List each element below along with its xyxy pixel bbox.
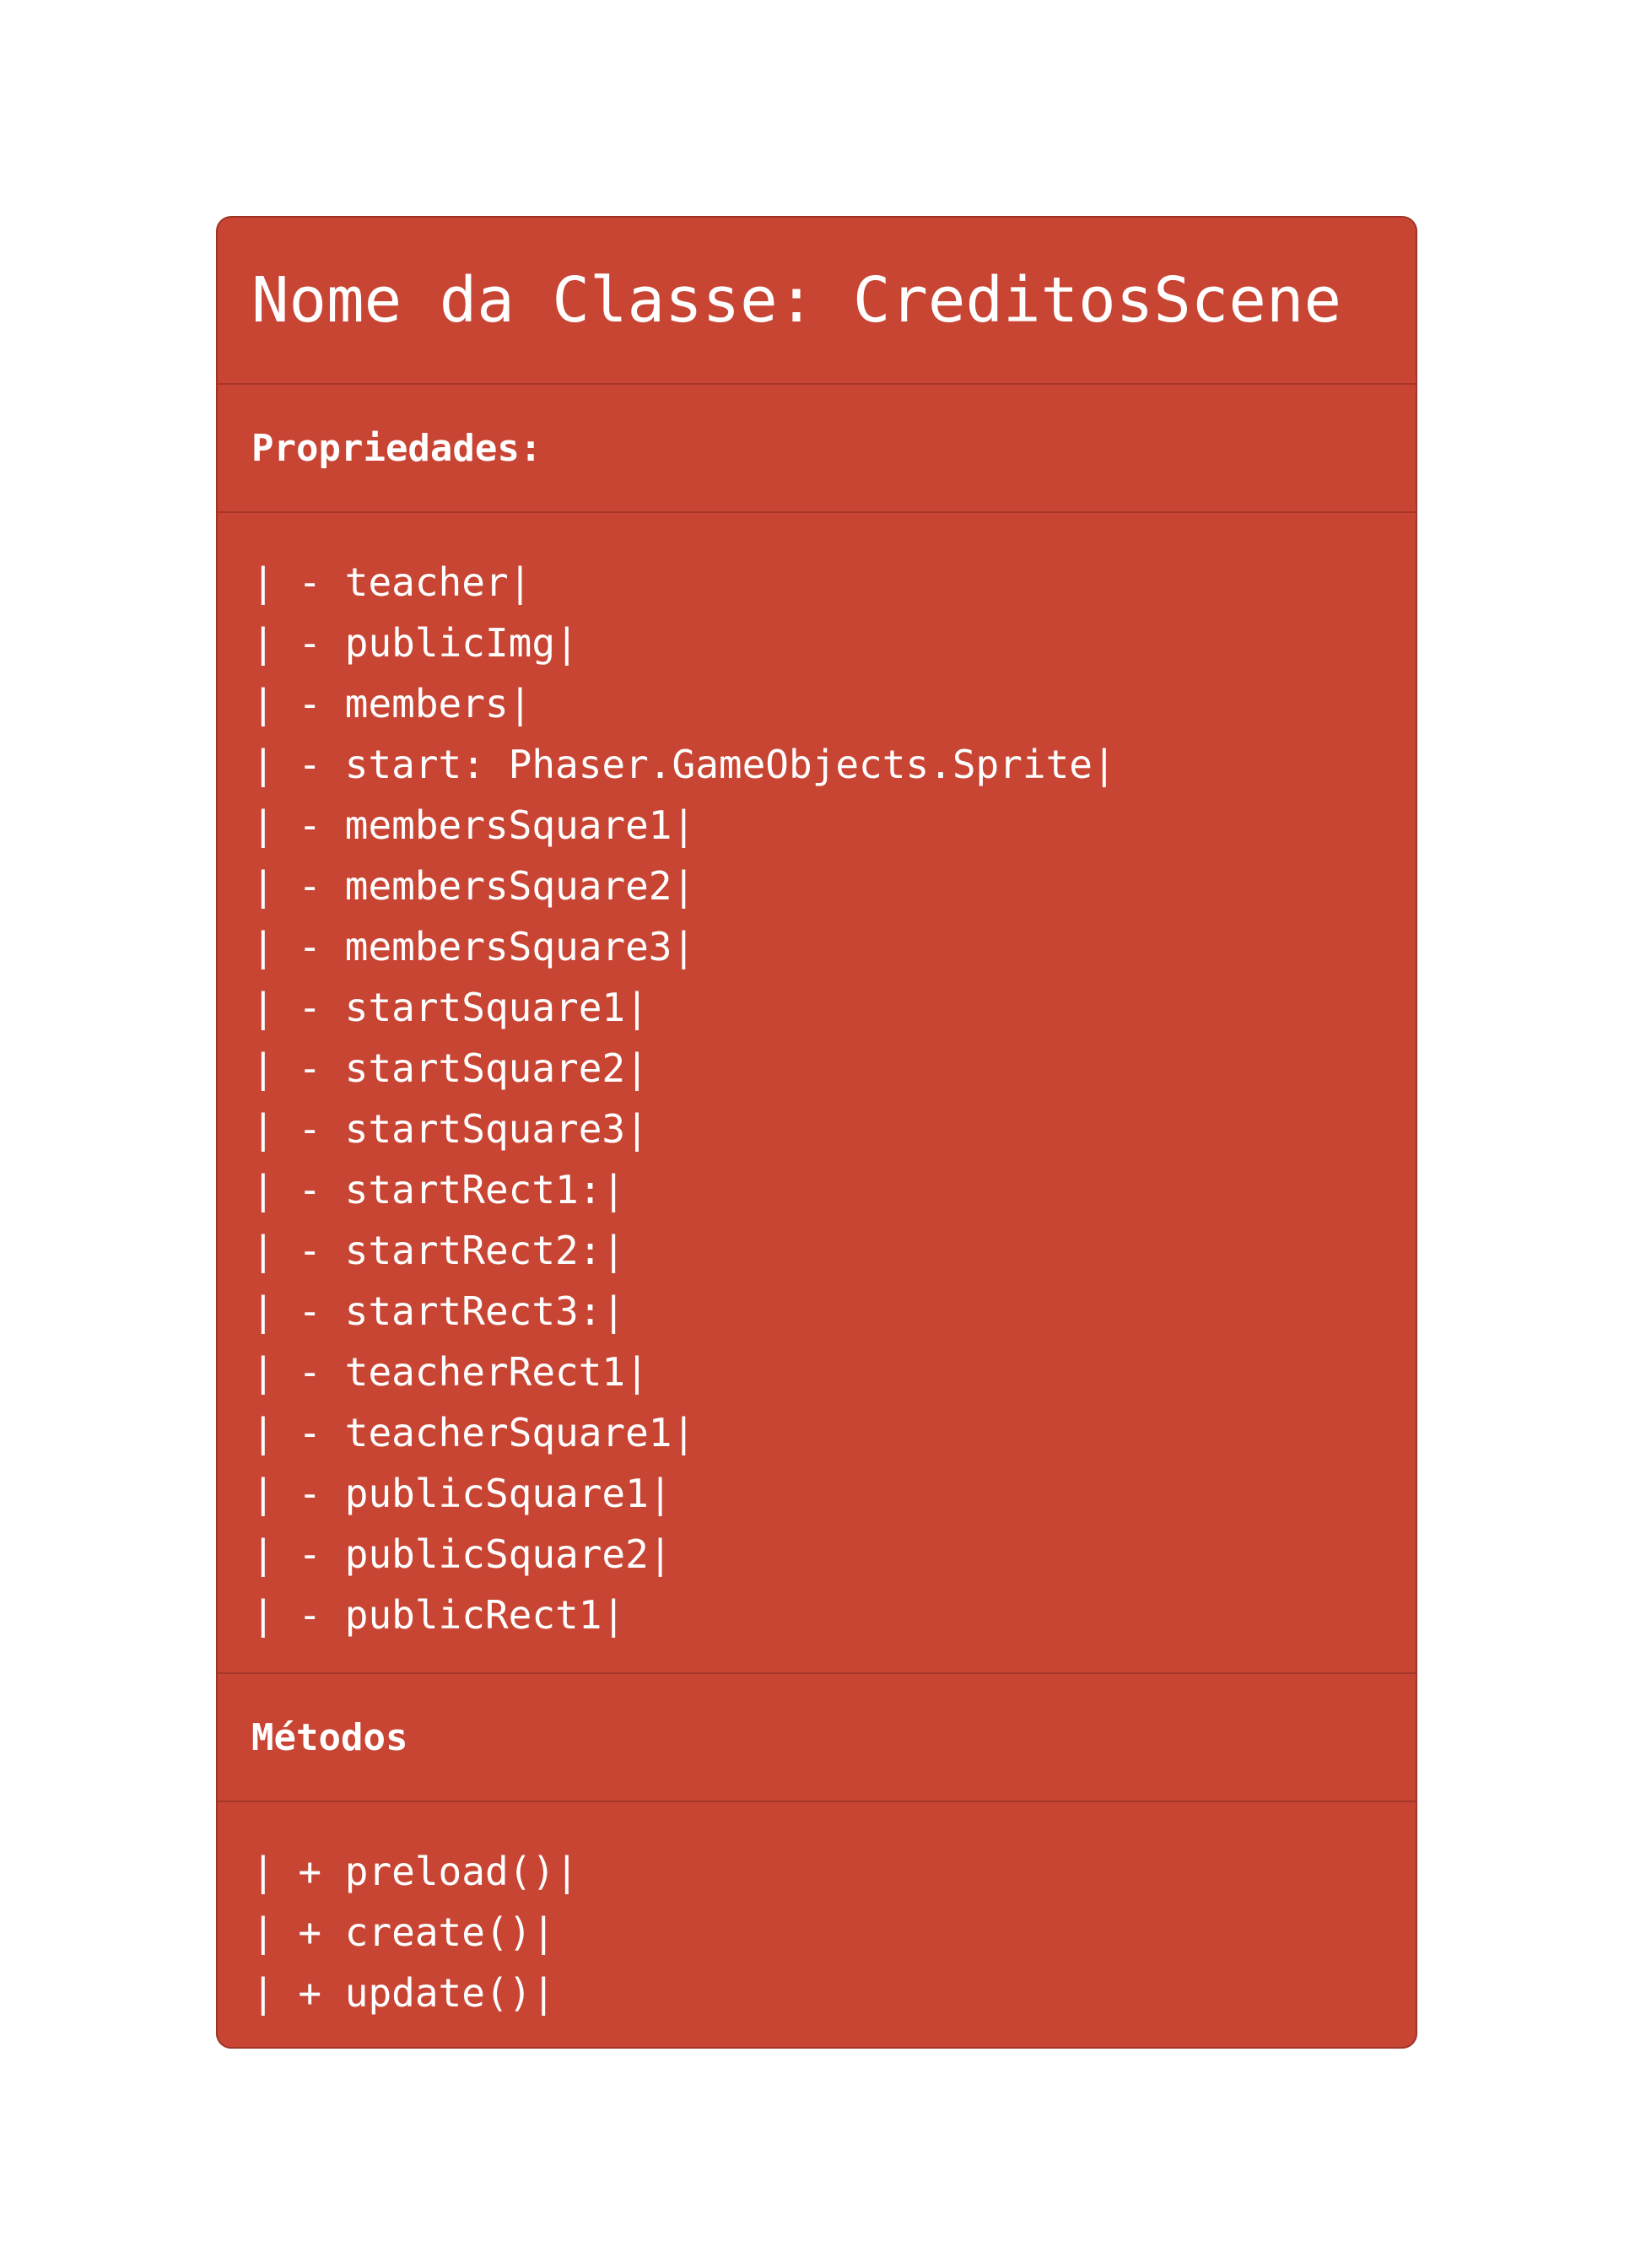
methods-heading: Métodos	[251, 1715, 408, 1759]
property-item: | - startRect2:|	[251, 1228, 626, 1273]
property-item: | - membersSquare1|	[251, 802, 696, 848]
property-item: | - teacherRect1|	[251, 1349, 649, 1395]
class-title: Nome da Classe: CreditosScene	[251, 264, 1342, 337]
property-item: | - teacher|	[251, 559, 532, 605]
property-item: | - publicImg|	[251, 620, 579, 666]
methods-divider	[218, 1801, 1416, 1802]
methods-list: | + preload()| | + create()| | + update()|	[251, 1841, 1416, 2023]
class-diagram-box: Nome da Classe: CreditosScene Propriedad…	[216, 216, 1417, 2049]
property-item: | - startRect1:|	[251, 1167, 626, 1212]
method-item: | + update()|	[251, 1970, 556, 2016]
property-item: | - teacherSquare1|	[251, 1410, 696, 1455]
properties-list: | - teacher| | - publicImg| | - members| | …	[251, 552, 1416, 1645]
property-item: | - publicRect1|	[251, 1592, 626, 1638]
methods-section: | + preload()| | + create()| | + update()|	[218, 1841, 1416, 2023]
properties-divider	[218, 511, 1416, 513]
property-item: | - publicSquare2|	[251, 1531, 672, 1577]
properties-heading: Propriedades:	[251, 426, 542, 470]
property-item: | - publicSquare1|	[251, 1471, 672, 1516]
method-item: | + create()|	[251, 1909, 556, 1955]
property-item: | - membersSquare3|	[251, 924, 696, 969]
properties-section: | - teacher| | - publicImg| | - members| | …	[218, 552, 1416, 1645]
property-item: | - startRect3:|	[251, 1288, 626, 1334]
method-item: | + preload()|	[251, 1849, 579, 1894]
property-item: | - membersSquare2|	[251, 863, 696, 909]
property-item: | - startSquare1|	[251, 985, 649, 1030]
property-item: | - members|	[251, 681, 532, 726]
property-item: | - startSquare3|	[251, 1106, 649, 1152]
property-item: | - startSquare2|	[251, 1045, 649, 1091]
property-item: | - start: Phaser.GameObjects.Sprite|	[251, 742, 1116, 787]
